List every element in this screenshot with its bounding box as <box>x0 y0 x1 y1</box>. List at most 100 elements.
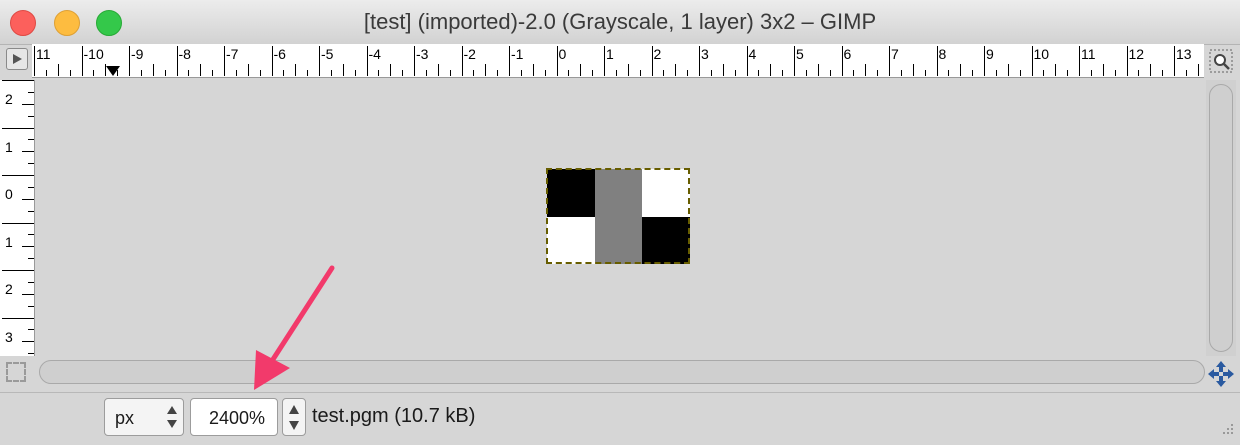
ruler-label: -5 <box>321 46 334 62</box>
ruler-minor-tick <box>57 64 59 76</box>
ruler-tick <box>1031 46 1033 76</box>
quick-mask-icon[interactable] <box>6 362 26 382</box>
ruler-tick <box>224 46 225 76</box>
ruler-label: 1 <box>606 46 614 62</box>
ruler-tick <box>2 222 34 224</box>
image-pixel <box>594 216 643 264</box>
zoom-window-icon[interactable] <box>1208 48 1234 74</box>
zoom-unit: % <box>249 408 266 428</box>
zoom-level-input[interactable]: 2400% <box>190 398 278 436</box>
ruler-tick <box>2 80 34 81</box>
ruler-minor-tick <box>402 70 404 76</box>
ruler-minor-tick <box>687 70 689 76</box>
ruler-minor-tick <box>663 70 665 76</box>
ruler-minor-tick <box>28 353 34 355</box>
ruler-minor-tick <box>45 70 47 76</box>
ruler-minor-tick <box>200 64 202 76</box>
ruler-tick <box>34 46 35 76</box>
ruler-tick <box>176 46 178 76</box>
ruler-minor-tick <box>28 139 34 141</box>
ruler-minor-tick <box>449 70 451 76</box>
ruler-tick <box>1174 46 1175 76</box>
ruler-minor-tick <box>247 64 249 76</box>
ruler-minor-tick <box>1150 64 1152 76</box>
updown-chevron-icon <box>167 406 177 428</box>
ruler-minor-tick <box>342 64 344 76</box>
ruler-minor-tick <box>805 70 807 76</box>
ruler-tick <box>936 46 938 76</box>
ruler-menu-button[interactable] <box>6 48 28 70</box>
vertical-scrollbar-thumb[interactable] <box>1209 84 1233 352</box>
ruler-label: 10 <box>1033 46 1050 62</box>
ruler-tick <box>366 46 368 76</box>
ruler-minor-tick <box>307 70 309 76</box>
annotation-arrow-icon <box>254 265 335 390</box>
ruler-minor-tick <box>28 163 34 165</box>
ruler-label: 11 <box>36 46 51 62</box>
ruler-minor-tick <box>1114 70 1116 76</box>
horizontal-scrollbar-thumb[interactable] <box>39 360 1205 384</box>
ruler-minor-tick <box>22 293 34 295</box>
resize-grip-icon[interactable] <box>1218 420 1236 438</box>
ruler-minor-tick <box>497 70 499 76</box>
status-bar <box>0 392 1240 445</box>
ruler-label: 0 <box>558 46 567 62</box>
window-title: [test] (imported)-2.0 (Grayscale, 1 laye… <box>363 9 877 34</box>
ruler-minor-tick <box>22 151 34 153</box>
ruler-minor-tick <box>425 70 427 76</box>
ruler-tick <box>2 317 34 319</box>
ruler-tick <box>794 46 795 76</box>
ruler-tick <box>461 46 463 76</box>
ruler-minor-tick <box>568 70 570 76</box>
ruler-tick <box>2 270 34 271</box>
ruler-minor-tick <box>782 70 784 76</box>
unit-selector[interactable]: px <box>104 398 184 436</box>
triangle-right-icon <box>13 54 22 64</box>
ruler-label: 0 <box>5 186 13 202</box>
zoom-spin-button[interactable] <box>282 398 306 436</box>
ruler-tick <box>81 46 83 76</box>
ruler-tick <box>604 46 605 76</box>
ruler-minor-tick <box>259 70 261 76</box>
ruler-label: 7 <box>891 46 899 62</box>
ruler-tick <box>841 46 843 76</box>
ruler-minor-tick <box>283 70 285 76</box>
ruler-minor-tick <box>877 70 879 76</box>
ruler-tick <box>889 46 890 76</box>
ruler-minor-tick <box>520 70 522 76</box>
ruler-minor-tick <box>28 281 34 283</box>
image-pixel <box>547 216 595 264</box>
ruler-minor-tick <box>1162 70 1164 76</box>
ruler-minor-tick <box>28 305 34 307</box>
ruler-label: 1 <box>5 233 13 250</box>
ruler-label: -7 <box>226 46 239 62</box>
title-bar: [test] (imported)-2.0 (Grayscale, 1 laye… <box>0 0 1240 45</box>
horizontal-ruler[interactable]: 11 -10 -9 -8 -7 -6 -5 -4 -3 -2 -1 0 1 2 3 4 5 6 7 8 9 10 11 12 1… <box>32 44 1204 78</box>
ruler-minor-tick <box>592 70 594 76</box>
ruler-minor-tick <box>580 64 582 76</box>
ruler-minor-tick <box>948 70 950 76</box>
ruler-minor-tick <box>817 64 819 76</box>
ruler-minor-tick <box>639 70 641 76</box>
ruler-minor-tick <box>28 186 34 188</box>
ruler-label: -1 <box>511 46 524 62</box>
navigate-icon[interactable] <box>1207 360 1235 388</box>
vertical-ruler[interactable]: 2 1 0 1 2 3 <box>0 80 35 356</box>
image-pixels <box>547 169 690 264</box>
ruler-minor-tick <box>544 70 546 76</box>
file-info: test.pgm (10.7 kB) <box>312 405 476 427</box>
ruler-tick <box>129 46 130 76</box>
ruler-minor-tick <box>188 70 190 76</box>
ruler-tick <box>651 46 653 76</box>
ruler-minor-tick <box>437 64 439 76</box>
ruler-minor-tick <box>865 64 867 76</box>
ruler-tick <box>746 46 748 76</box>
ruler-minor-tick <box>1138 70 1140 76</box>
ruler-minor-tick <box>164 70 166 76</box>
ruler-label: 1 <box>5 138 13 155</box>
ruler-minor-tick <box>354 70 356 76</box>
ruler-label: 12 <box>1128 46 1145 62</box>
ruler-minor-tick <box>485 64 487 76</box>
ruler-tick <box>699 46 700 76</box>
ruler-label: -2 <box>463 46 476 62</box>
